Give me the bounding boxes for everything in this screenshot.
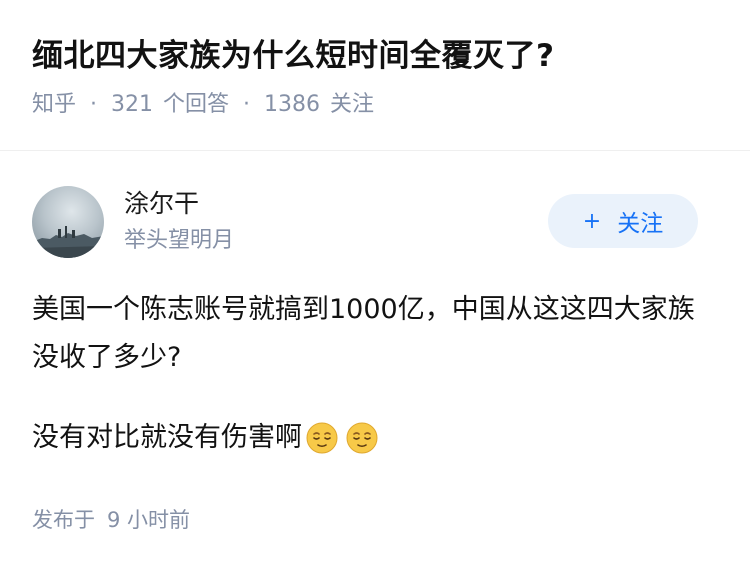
answer-content: 美国一个陈志账号就搞到1000亿，中国从这这四大家族没收了多少? 没有对比就没有… [32,286,718,462]
answer-paragraph: 没有对比就没有伤害啊 [32,414,718,462]
avatar[interactable] [32,186,104,258]
answer-count-label[interactable]: 个回答 [163,90,229,120]
publish-info: 发布于 9 小时前 [32,505,190,535]
follow-button[interactable]: + 关注 [548,194,698,248]
published-label: 发布于 [32,508,95,532]
avatar-image [32,226,104,258]
answer-text: 没有对比就没有伤害啊 [32,422,302,453]
author-name[interactable]: 涂尔干 [124,186,199,222]
plus-icon: + [582,208,602,234]
answer-count: 321 [111,92,154,117]
meta-separator: · [243,92,251,117]
answer-paragraph: 美国一个陈志账号就搞到1000亿，中国从这这四大家族没收了多少? [32,294,695,373]
question-title[interactable]: 缅北四大家族为什么短时间全覆灭了? [32,34,718,78]
relieved-face-emoji-icon [306,422,338,454]
author-bio: 举头望明月 [124,228,235,253]
meta-separator: · [90,92,98,117]
follow-button-label: 关注 [617,211,664,237]
question-header: 缅北四大家族为什么短时间全覆灭了? 知乎 · 321 个回答 · 1386 关注 [0,0,750,117]
question-meta: 知乎 · 321 个回答 · 1386 关注 [32,90,718,120]
relieved-face-emoji-icon [346,422,378,454]
follow-count-label: 关注 [330,92,375,117]
section-divider [0,150,750,151]
published-time: 9 小时前 [107,508,191,532]
follow-count: 1386 [264,92,321,117]
source-label[interactable]: 知乎 [32,90,76,120]
author-row: 涂尔干 举头望明月 + 关注 [32,186,718,258]
